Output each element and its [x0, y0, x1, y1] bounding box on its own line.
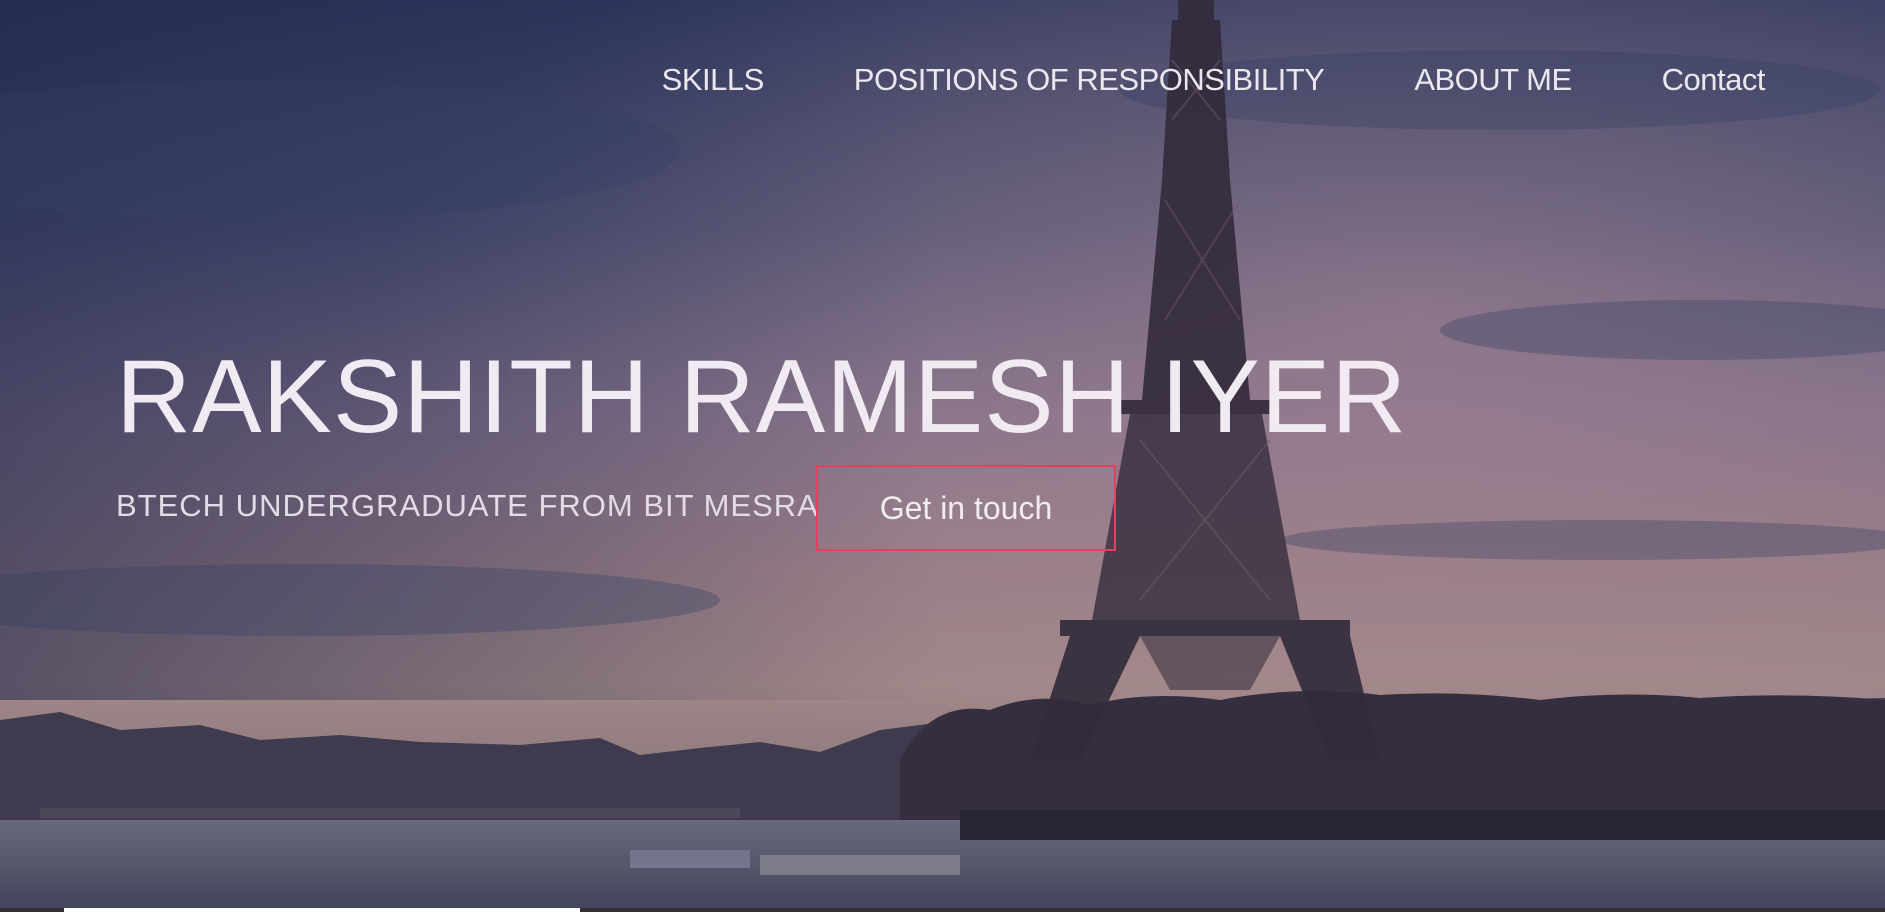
- get-in-touch-button[interactable]: Get in touch: [816, 465, 1116, 551]
- nav-link-contact[interactable]: Contact: [1662, 62, 1766, 98]
- hero-section: SKILLS POSITIONS OF RESPONSIBILITY ABOUT…: [0, 0, 1885, 912]
- nav-link-about-me[interactable]: ABOUT ME: [1414, 62, 1572, 98]
- hero-tagline: BTECH UNDERGRADUATE FROM BIT MESRA: [116, 488, 819, 523]
- nav-link-positions-of-responsibility[interactable]: POSITIONS OF RESPONSIBILITY: [854, 62, 1325, 98]
- top-navigation: SKILLS POSITIONS OF RESPONSIBILITY ABOUT…: [662, 62, 1766, 98]
- hero-background-image: [0, 0, 1885, 912]
- bottom-progress-strip: [0, 908, 1885, 912]
- nav-link-skills[interactable]: SKILLS: [662, 62, 765, 98]
- bottom-strip-highlight: [64, 908, 580, 912]
- hero-name-heading: RAKSHITH RAMESH IYER: [116, 339, 1408, 455]
